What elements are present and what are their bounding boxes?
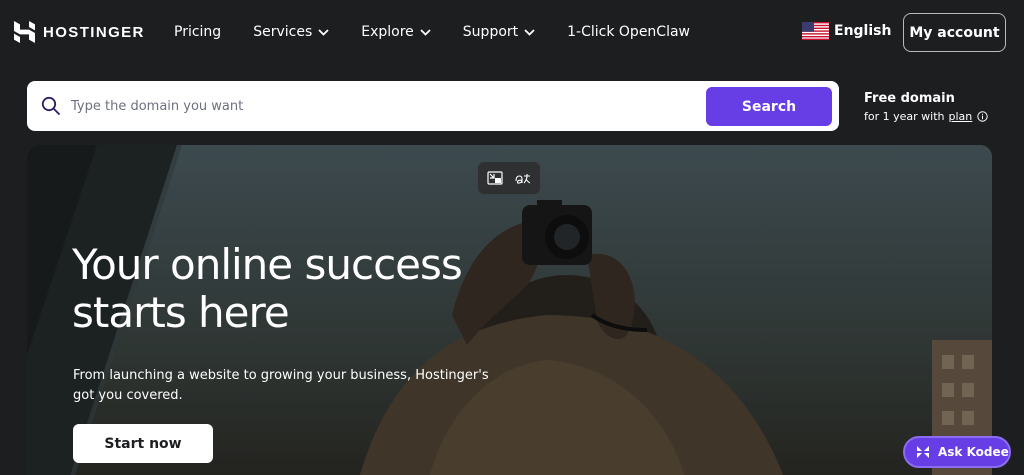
us-flag-icon bbox=[802, 22, 829, 40]
plan-link[interactable]: plan bbox=[949, 110, 973, 123]
my-account-button[interactable]: My account bbox=[903, 13, 1006, 52]
domain-search-bar: Search bbox=[27, 81, 839, 131]
top-navbar: HOSTINGER Pricing Services Explore Suppo… bbox=[0, 0, 1024, 64]
language-label: English bbox=[834, 23, 892, 39]
main-menu: Pricing Services Explore Support 1-Click… bbox=[174, 22, 722, 42]
hero-title: Your online success starts here bbox=[72, 240, 463, 337]
nav-pricing[interactable]: Pricing bbox=[174, 22, 221, 42]
free-domain-promo: Free domain for 1 year with plan bbox=[864, 91, 988, 123]
logo-wordmark: HOSTINGER bbox=[43, 23, 145, 41]
nav-support[interactable]: Support bbox=[463, 22, 535, 42]
chevron-down-icon bbox=[420, 28, 431, 36]
picture-in-picture-icon[interactable] bbox=[487, 171, 503, 185]
nav-explore[interactable]: Explore bbox=[361, 22, 431, 42]
nav-pricing-label: Pricing bbox=[174, 24, 222, 40]
search-icon bbox=[41, 96, 60, 115]
info-icon[interactable] bbox=[977, 111, 988, 122]
media-controls bbox=[478, 162, 540, 194]
language-selector[interactable]: English bbox=[802, 22, 891, 40]
hero-subtitle: From launching a website to growing your… bbox=[73, 368, 489, 403]
chevron-down-icon bbox=[524, 28, 535, 36]
free-domain-subtitle-row: for 1 year with plan bbox=[864, 110, 988, 123]
free-domain-subtitle: for 1 year with bbox=[864, 110, 945, 123]
start-now-button[interactable]: Start now bbox=[73, 424, 213, 463]
nav-services-label: Services bbox=[253, 24, 313, 40]
hostinger-logo-icon bbox=[14, 21, 35, 43]
nav-support-label: Support bbox=[462, 24, 519, 40]
hero-banner: Your online success starts here From lau… bbox=[27, 145, 992, 475]
free-domain-title: Free domain bbox=[864, 91, 955, 106]
nav-explore-label: Explore bbox=[361, 24, 414, 40]
kodee-assistant-icon bbox=[917, 446, 929, 458]
hostinger-logo[interactable]: HOSTINGER bbox=[14, 21, 145, 43]
nav-services[interactable]: Services bbox=[253, 22, 329, 42]
domain-search-input[interactable] bbox=[71, 81, 721, 131]
ask-kodee-label: Ask Kodee bbox=[938, 445, 1009, 459]
ask-kodee-button[interactable]: Ask Kodee bbox=[903, 436, 1011, 468]
nav-openclaw[interactable]: 1-Click OpenClaw bbox=[567, 22, 690, 42]
search-button[interactable]: Search bbox=[706, 87, 832, 126]
nav-openclaw-label: 1-Click OpenClaw bbox=[567, 24, 690, 40]
chevron-down-icon bbox=[318, 28, 329, 36]
translate-icon[interactable] bbox=[515, 171, 531, 185]
